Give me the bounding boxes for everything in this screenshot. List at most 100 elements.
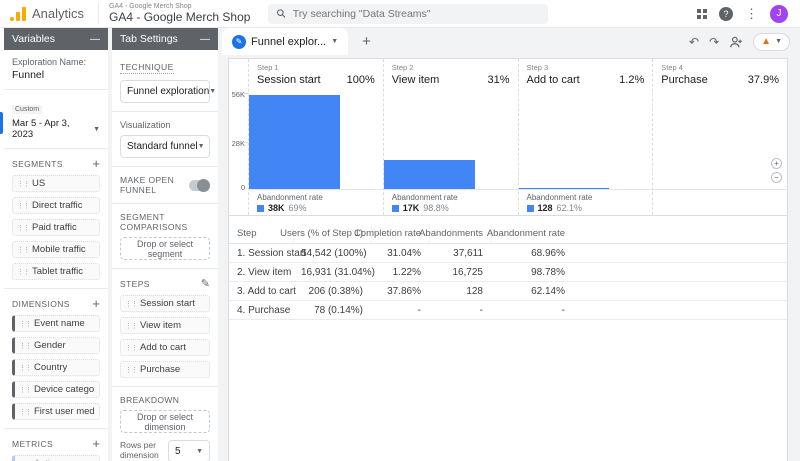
app-header: Analytics GA4 - Google Merch Shop GA4 - …	[0, 0, 800, 28]
share-users-icon[interactable]	[729, 36, 743, 48]
analytics-logo-icon	[10, 7, 26, 21]
segment-chip[interactable]: ⋮⋮ US	[12, 175, 100, 192]
rows-per-dimension-select[interactable]: 5 ▼	[168, 440, 210, 461]
make-open-funnel-label: MAKE OPEN FUNNEL	[120, 175, 189, 195]
funnel-step-column[interactable]: Step 3 Add to cart 1.2% Abandonment rate…	[518, 59, 653, 215]
funnel-step-chip[interactable]: ⋮⋮ Purchase	[120, 361, 210, 378]
segment-comparisons-dropzone[interactable]: Drop or select segment	[120, 237, 210, 260]
dimension-chip[interactable]: ⋮⋮ Device category	[12, 381, 100, 398]
help-icon[interactable]: ?	[719, 7, 733, 21]
drag-handle-icon: ⋮⋮	[125, 322, 137, 330]
legend-square-icon	[257, 205, 264, 212]
property-name: GA4 - Google Merch Shop	[109, 11, 250, 24]
add-segment-icon[interactable]: +	[92, 157, 100, 170]
avatar[interactable]: J	[770, 5, 788, 23]
pencil-icon: ✎	[232, 35, 246, 49]
tab-settings-panel: Tab Settings — TECHNIQUE Funnel explorat…	[112, 28, 218, 461]
apps-grid-icon[interactable]	[697, 9, 707, 19]
minimize-tab-settings-icon[interactable]: —	[200, 34, 210, 45]
dimension-chip[interactable]: ⋮⋮ Country	[12, 359, 100, 376]
funnel-step-chip[interactable]: ⋮⋮ View item	[120, 317, 210, 334]
segment-comparisons-label: SEGMENT COMPARISONS	[120, 212, 210, 232]
exploration-name-value[interactable]: Funnel	[12, 69, 100, 81]
visualization-label: Visualization	[120, 120, 210, 130]
add-dimension-icon[interactable]: +	[92, 297, 100, 310]
table-row[interactable]: 1. Session start 54,542 (100%) 31.04% 37…	[229, 244, 787, 263]
technique-select[interactable]: Funnel exploration ▼	[120, 80, 210, 103]
app-title: Analytics	[32, 6, 84, 21]
abandonment-block: Abandonment rate 38K 69%	[249, 189, 383, 215]
rows-per-dimension-label: Rows per dimension	[120, 440, 159, 461]
chevron-down-icon: ▼	[198, 143, 205, 150]
edit-steps-icon[interactable]: ✎	[201, 277, 210, 290]
drag-handle-icon: ⋮⋮	[19, 408, 31, 416]
dimensions-label: DIMENSIONS	[12, 299, 70, 309]
segment-chip[interactable]: ⋮⋮ Mobile traffic	[12, 241, 100, 258]
funnel-step-column[interactable]: Step 4 Purchase 37.9%	[652, 59, 787, 215]
variables-panel: Variables — Exploration Name: Funnel Cus…	[4, 28, 108, 461]
col-header-abandonments[interactable]: Abandonments	[429, 224, 491, 243]
drag-handle-icon: ⋮⋮	[19, 320, 31, 328]
search-input[interactable]	[293, 8, 541, 20]
make-open-funnel-toggle[interactable]	[189, 180, 210, 191]
chart-zoom-controls: + −	[771, 158, 782, 183]
visualization-select[interactable]: Standard funnel ▼	[120, 135, 210, 158]
chevron-down-icon: ▼	[775, 38, 782, 45]
search-bar[interactable]	[268, 4, 548, 24]
dimension-chip[interactable]: ⋮⋮ Event name	[12, 315, 100, 332]
drag-handle-icon: ⋮⋮	[125, 344, 137, 352]
exploration-canvas: ✎ Funnel explor... ▼ + ↶ ↷ ▲ ▼ 56K 28	[218, 28, 800, 461]
table-row[interactable]: 4. Purchase 78 (0.14%) - - -	[229, 301, 787, 320]
metric-chip[interactable]: ⋮⋮ Active users	[12, 455, 100, 461]
funnel-bar[interactable]	[249, 95, 340, 189]
metrics-label: METRICS	[12, 439, 53, 449]
nav-active-indicator	[0, 112, 3, 134]
funnel-step-chip[interactable]: ⋮⋮ Add to cart	[120, 339, 210, 356]
chevron-down-icon: ▼	[196, 448, 203, 455]
chevron-down-icon: ▼	[331, 38, 338, 45]
search-icon	[276, 8, 286, 19]
funnel-step-column[interactable]: Step 2 View item 31% Abandonment rate 17…	[383, 59, 518, 215]
segment-chip[interactable]: ⋮⋮ Paid traffic	[12, 219, 100, 236]
drag-handle-icon: ⋮⋮	[17, 224, 29, 232]
property-selector[interactable]: GA4 - Google Merch Shop GA4 - Google Mer…	[98, 3, 250, 24]
table-row[interactable]: 3. Add to cart 206 (0.38%) 37.86% 128 62…	[229, 282, 787, 301]
redo-icon[interactable]: ↷	[709, 35, 719, 49]
col-header-abandonment-rate[interactable]: Abandonment rate	[491, 224, 573, 243]
abandonment-block-empty	[653, 189, 787, 215]
funnel-bar[interactable]	[519, 188, 610, 189]
chevron-down-icon: ▼	[209, 88, 216, 95]
segments-label: SEGMENTS	[12, 159, 63, 169]
date-range-picker[interactable]: Mar 5 - Apr 3, 2023 ▼	[12, 118, 100, 140]
minimize-variables-icon[interactable]: —	[90, 34, 100, 45]
breakdown-dropzone[interactable]: Drop or select dimension	[120, 410, 210, 433]
dimension-chip[interactable]: ⋮⋮ Gender	[12, 337, 100, 354]
add-tab-button[interactable]: +	[362, 33, 371, 50]
funnel-chart: 56K 28K 0 Step 1 Session start 100% Aban…	[229, 59, 787, 216]
undo-icon[interactable]: ↶	[689, 35, 699, 49]
drag-handle-icon: ⋮⋮	[17, 180, 29, 188]
funnel-step-chip[interactable]: ⋮⋮ Session start	[120, 295, 210, 312]
technique-label: TECHNIQUE	[120, 62, 174, 74]
breakdown-label: BREAKDOWN	[120, 395, 210, 405]
segment-chip[interactable]: ⋮⋮ Direct traffic	[12, 197, 100, 214]
date-custom-badge: Custom	[12, 105, 42, 114]
tab-funnel-exploration[interactable]: ✎ Funnel explor... ▼	[222, 28, 348, 55]
exploration-name-label: Exploration Name:	[12, 57, 100, 67]
dimension-chip[interactable]: ⋮⋮ First user medium	[12, 403, 100, 420]
drag-handle-icon: ⋮⋮	[125, 366, 137, 374]
drag-handle-icon: ⋮⋮	[19, 386, 31, 394]
zoom-in-icon[interactable]: +	[771, 158, 782, 169]
date-range-value: Mar 5 - Apr 3, 2023	[12, 118, 93, 140]
funnel-step-column[interactable]: Step 1 Session start 100% Abandonment ra…	[248, 59, 383, 215]
kebab-menu-icon[interactable]: ⋮	[745, 6, 758, 22]
y-axis: 56K 28K 0	[229, 59, 248, 215]
funnel-bar[interactable]	[384, 160, 475, 189]
drag-handle-icon: ⋮⋮	[19, 364, 31, 372]
warning-menu-button[interactable]: ▲ ▼	[753, 33, 790, 51]
chevron-down-icon: ▼	[93, 126, 100, 133]
table-row[interactable]: 2. View item 16,931 (31.04%) 1.22% 16,72…	[229, 263, 787, 282]
add-metric-icon[interactable]: +	[92, 437, 100, 450]
segment-chip[interactable]: ⋮⋮ Tablet traffic	[12, 263, 100, 280]
zoom-out-icon[interactable]: −	[771, 172, 782, 183]
